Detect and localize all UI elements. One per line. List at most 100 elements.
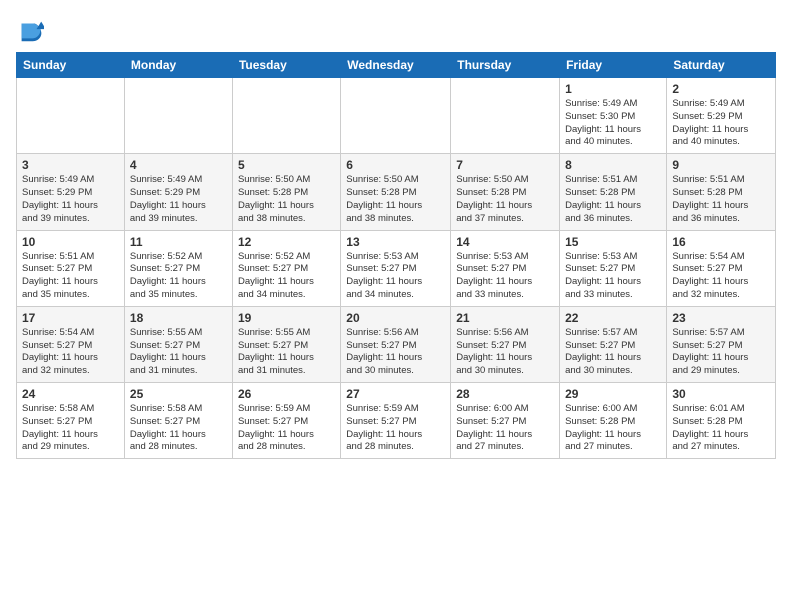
calendar-cell: 6Sunrise: 5:50 AM Sunset: 5:28 PM Daylig…: [341, 154, 451, 230]
calendar-cell: 9Sunrise: 5:51 AM Sunset: 5:28 PM Daylig…: [667, 154, 776, 230]
day-info: Sunrise: 5:51 AM Sunset: 5:27 PM Dayligh…: [22, 251, 119, 302]
calendar-cell: 2 Sunrise: 5:49 AM Sunset: 5:29 PM Daylig…: [667, 78, 776, 154]
calendar-cell: [451, 78, 560, 154]
day-info: Sunrise: 6:01 AM Sunset: 5:28 PM Dayligh…: [672, 403, 770, 454]
day-info: Sunrise: 5:54 AM Sunset: 5:27 PM Dayligh…: [672, 251, 770, 302]
calendar-cell: 26 Sunrise: 5:59 AM Sunset: 5:27 PM Dayli…: [232, 383, 340, 459]
day-number: 14: [456, 235, 554, 249]
day-info: Sunrise: 5:50 AM Sunset: 5:28 PM Dayligh…: [346, 174, 445, 225]
calendar-cell: 19 Sunrise: 5:55 AM Sunset: 5:27 PM Dayli…: [232, 306, 340, 382]
day-info: Sunrise: 5:54 AM Sunset: 5:27 PM Dayligh…: [22, 327, 119, 378]
day-info: Sunrise: 5:55 AM Sunset: 5:27 PM Dayligh…: [238, 327, 335, 378]
calendar-day-header: Monday: [124, 53, 232, 78]
day-number: 3: [22, 158, 119, 172]
day-number: 29: [565, 387, 661, 401]
calendar-cell: 13 Sunrise: 5:53 AM Sunset: 5:27 PM Dayli…: [341, 230, 451, 306]
calendar-day-header: Wednesday: [341, 53, 451, 78]
day-number: 30: [672, 387, 770, 401]
day-number: 22: [565, 311, 661, 325]
day-info: Sunrise: 5:56 AM Sunset: 5:27 PM Dayligh…: [456, 327, 554, 378]
day-number: 10: [22, 235, 119, 249]
day-info: Sunrise: 5:52 AM Sunset: 5:27 PM Dayligh…: [130, 251, 227, 302]
calendar-cell: 12Sunrise: 5:52 AM Sunset: 5:27 PM Dayli…: [232, 230, 340, 306]
calendar-cell: 30 Sunrise: 6:01 AM Sunset: 5:28 PM Dayli…: [667, 383, 776, 459]
calendar-cell: 20Sunrise: 5:56 AM Sunset: 5:27 PM Dayli…: [341, 306, 451, 382]
calendar-cell: 23Sunrise: 5:57 AM Sunset: 5:27 PM Dayli…: [667, 306, 776, 382]
day-number: 13: [346, 235, 445, 249]
day-info: Sunrise: 5:53 AM Sunset: 5:27 PM Dayligh…: [565, 251, 661, 302]
calendar-day-header: Tuesday: [232, 53, 340, 78]
calendar-day-header: Sunday: [17, 53, 125, 78]
day-number: 26: [238, 387, 335, 401]
calendar-cell: 15Sunrise: 5:53 AM Sunset: 5:27 PM Dayli…: [560, 230, 667, 306]
calendar-body: 1Sunrise: 5:49 AM Sunset: 5:30 PM Daylig…: [17, 78, 776, 459]
day-info: Sunrise: 5:50 AM Sunset: 5:28 PM Dayligh…: [456, 174, 554, 225]
day-number: 7: [456, 158, 554, 172]
calendar-week-row: 10 Sunrise: 5:51 AM Sunset: 5:27 PM Dayli…: [17, 230, 776, 306]
day-info: Sunrise: 6:00 AM Sunset: 5:27 PM Dayligh…: [456, 403, 554, 454]
calendar-week-row: 17 Sunrise: 5:54 AM Sunset: 5:27 PM Dayli…: [17, 306, 776, 382]
day-number: 24: [22, 387, 119, 401]
calendar-cell: 27 Sunrise: 5:59 AM Sunset: 5:27 PM Dayli…: [341, 383, 451, 459]
calendar-cell: 3 Sunrise: 5:49 AM Sunset: 5:29 PM Daylig…: [17, 154, 125, 230]
calendar-cell: 28 Sunrise: 6:00 AM Sunset: 5:27 PM Dayli…: [451, 383, 560, 459]
day-info: Sunrise: 5:51 AM Sunset: 5:28 PM Dayligh…: [565, 174, 661, 225]
calendar-cell: 17 Sunrise: 5:54 AM Sunset: 5:27 PM Dayli…: [17, 306, 125, 382]
day-number: 27: [346, 387, 445, 401]
calendar-cell: 10 Sunrise: 5:51 AM Sunset: 5:27 PM Dayli…: [17, 230, 125, 306]
calendar-cell: 5Sunrise: 5:50 AM Sunset: 5:28 PM Daylig…: [232, 154, 340, 230]
day-number: 8: [565, 158, 661, 172]
calendar-day-header: Saturday: [667, 53, 776, 78]
day-info: Sunrise: 5:58 AM Sunset: 5:27 PM Dayligh…: [22, 403, 119, 454]
day-info: Sunrise: 5:58 AM Sunset: 5:27 PM Dayligh…: [130, 403, 227, 454]
calendar-cell: 8 Sunrise: 5:51 AM Sunset: 5:28 PM Daylig…: [560, 154, 667, 230]
calendar-cell: 18Sunrise: 5:55 AM Sunset: 5:27 PM Dayli…: [124, 306, 232, 382]
day-info: Sunrise: 5:51 AM Sunset: 5:28 PM Dayligh…: [672, 174, 770, 225]
calendar-cell: [232, 78, 340, 154]
day-info: Sunrise: 5:53 AM Sunset: 5:27 PM Dayligh…: [346, 251, 445, 302]
logo-icon: [16, 16, 44, 44]
calendar-table: SundayMondayTuesdayWednesdayThursdayFrid…: [16, 52, 776, 459]
calendar-cell: 24 Sunrise: 5:58 AM Sunset: 5:27 PM Dayli…: [17, 383, 125, 459]
calendar-cell: 22Sunrise: 5:57 AM Sunset: 5:27 PM Dayli…: [560, 306, 667, 382]
calendar-week-row: 3 Sunrise: 5:49 AM Sunset: 5:29 PM Daylig…: [17, 154, 776, 230]
calendar-cell: 4 Sunrise: 5:49 AM Sunset: 5:29 PM Daylig…: [124, 154, 232, 230]
calendar-week-row: 1Sunrise: 5:49 AM Sunset: 5:30 PM Daylig…: [17, 78, 776, 154]
calendar-cell: 1Sunrise: 5:49 AM Sunset: 5:30 PM Daylig…: [560, 78, 667, 154]
day-info: Sunrise: 5:49 AM Sunset: 5:29 PM Dayligh…: [672, 98, 770, 149]
day-info: Sunrise: 5:49 AM Sunset: 5:29 PM Dayligh…: [130, 174, 227, 225]
calendar-cell: 14 Sunrise: 5:53 AM Sunset: 5:27 PM Dayli…: [451, 230, 560, 306]
day-info: Sunrise: 5:59 AM Sunset: 5:27 PM Dayligh…: [238, 403, 335, 454]
calendar-cell: 11 Sunrise: 5:52 AM Sunset: 5:27 PM Dayli…: [124, 230, 232, 306]
day-info: Sunrise: 5:52 AM Sunset: 5:27 PM Dayligh…: [238, 251, 335, 302]
day-number: 19: [238, 311, 335, 325]
page-header: [16, 16, 776, 44]
calendar-cell: 7 Sunrise: 5:50 AM Sunset: 5:28 PM Daylig…: [451, 154, 560, 230]
calendar-cell: [341, 78, 451, 154]
day-number: 16: [672, 235, 770, 249]
day-number: 17: [22, 311, 119, 325]
calendar-cell: [17, 78, 125, 154]
calendar-cell: 16 Sunrise: 5:54 AM Sunset: 5:27 PM Dayli…: [667, 230, 776, 306]
day-number: 4: [130, 158, 227, 172]
day-info: Sunrise: 5:57 AM Sunset: 5:27 PM Dayligh…: [672, 327, 770, 378]
day-number: 1: [565, 82, 661, 96]
calendar-cell: 29 Sunrise: 6:00 AM Sunset: 5:28 PM Dayli…: [560, 383, 667, 459]
day-number: 28: [456, 387, 554, 401]
day-number: 11: [130, 235, 227, 249]
day-info: Sunrise: 6:00 AM Sunset: 5:28 PM Dayligh…: [565, 403, 661, 454]
day-number: 2: [672, 82, 770, 96]
calendar-day-header: Friday: [560, 53, 667, 78]
day-info: Sunrise: 5:55 AM Sunset: 5:27 PM Dayligh…: [130, 327, 227, 378]
day-number: 21: [456, 311, 554, 325]
calendar-cell: [124, 78, 232, 154]
calendar-header: SundayMondayTuesdayWednesdayThursdayFrid…: [17, 53, 776, 78]
calendar-cell: 21 Sunrise: 5:56 AM Sunset: 5:27 PM Dayli…: [451, 306, 560, 382]
calendar-cell: 25Sunrise: 5:58 AM Sunset: 5:27 PM Dayli…: [124, 383, 232, 459]
day-info: Sunrise: 5:53 AM Sunset: 5:27 PM Dayligh…: [456, 251, 554, 302]
day-number: 5: [238, 158, 335, 172]
day-info: Sunrise: 5:49 AM Sunset: 5:29 PM Dayligh…: [22, 174, 119, 225]
day-info: Sunrise: 5:59 AM Sunset: 5:27 PM Dayligh…: [346, 403, 445, 454]
calendar-day-header: Thursday: [451, 53, 560, 78]
day-info: Sunrise: 5:56 AM Sunset: 5:27 PM Dayligh…: [346, 327, 445, 378]
